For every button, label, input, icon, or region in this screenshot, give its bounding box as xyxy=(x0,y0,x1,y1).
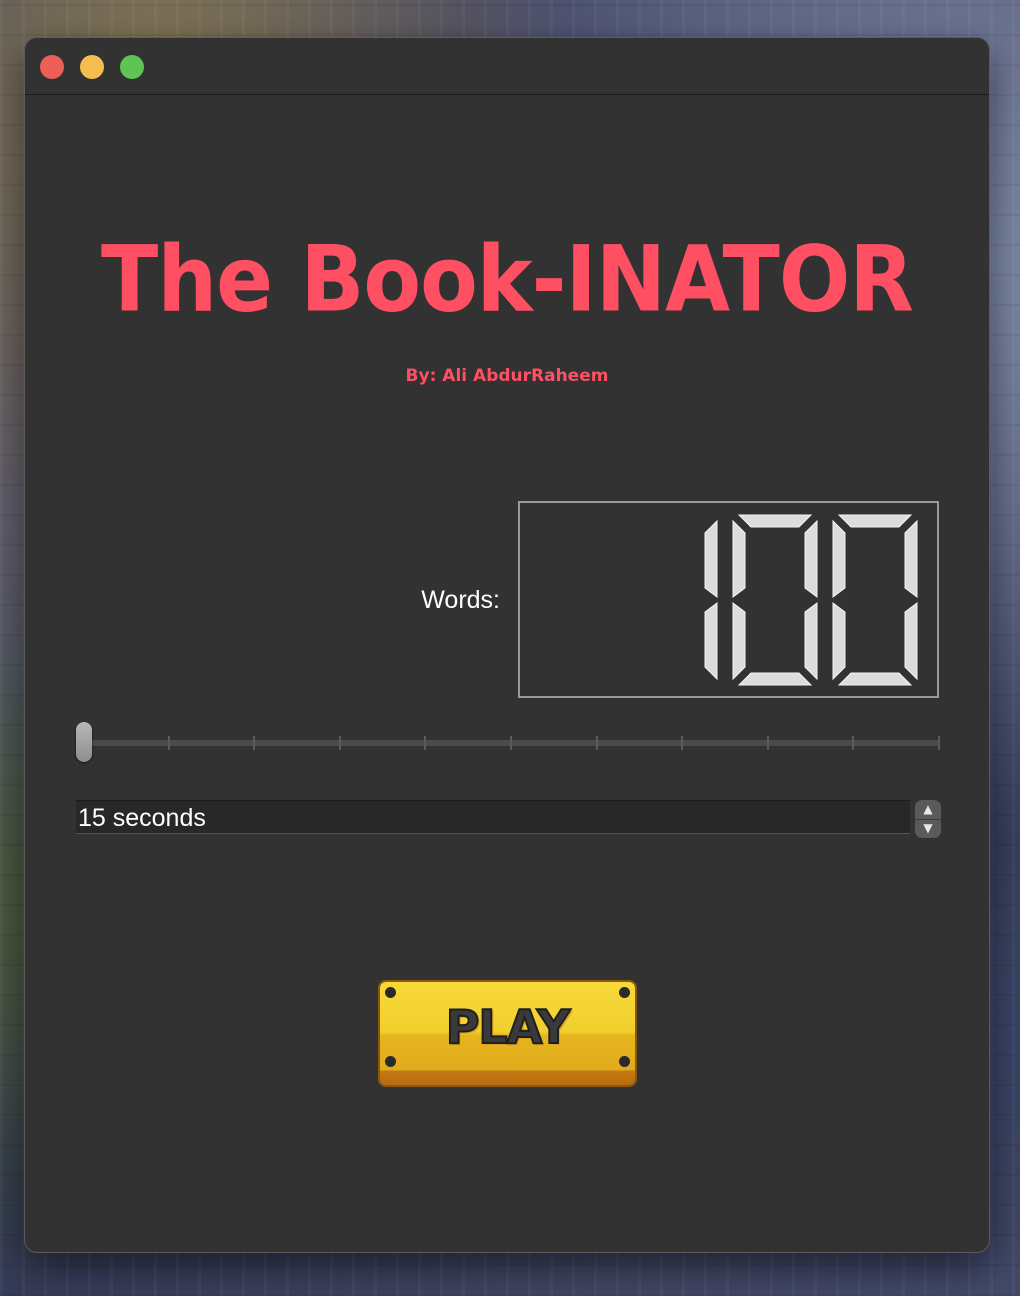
lcd-segment xyxy=(704,602,718,681)
close-window-button[interactable] xyxy=(40,55,64,79)
lcd-segment xyxy=(804,602,818,681)
maximize-window-button[interactable] xyxy=(120,55,144,79)
chevron-up-icon[interactable]: ▲ xyxy=(915,800,941,820)
lcd-segment xyxy=(732,602,746,681)
lcd-segment xyxy=(737,514,813,528)
slider-tick xyxy=(424,736,426,750)
app-window: The Book-INATOR By: Ali AbdurRaheem Word… xyxy=(25,38,989,1252)
titlebar xyxy=(25,38,989,95)
word-count-slider[interactable] xyxy=(76,722,940,764)
app-title: The Book-INATOR xyxy=(101,226,914,332)
slider-tick xyxy=(852,736,854,750)
slider-tick xyxy=(596,736,598,750)
duration-stepper[interactable]: ▲ ▼ xyxy=(915,800,941,838)
words-label: Words: xyxy=(421,586,500,614)
slider-tick xyxy=(938,736,940,750)
lcd-digits xyxy=(704,514,918,686)
author-byline: By: Ali AbdurRaheem xyxy=(405,366,609,386)
lcd-segment xyxy=(737,672,813,686)
lcd-segment xyxy=(904,519,918,598)
slider-tick xyxy=(681,736,683,750)
lcd-segment xyxy=(804,519,818,598)
minimize-window-button[interactable] xyxy=(80,55,104,79)
rivet-icon xyxy=(619,987,630,998)
lcd-segment xyxy=(732,519,746,598)
rivet-icon xyxy=(385,1056,396,1067)
slider-tick xyxy=(339,736,341,750)
slider-tick xyxy=(253,736,255,750)
word-count-display xyxy=(518,501,939,698)
duration-field[interactable]: 15 seconds xyxy=(76,800,910,834)
slider-thumb[interactable] xyxy=(76,722,92,762)
slider-tick xyxy=(767,736,769,750)
lcd-segment xyxy=(832,602,846,681)
rivet-icon xyxy=(619,1056,630,1067)
chevron-down-icon[interactable]: ▼ xyxy=(915,819,941,838)
lcd-segment xyxy=(837,514,913,528)
lcd-segment xyxy=(704,519,718,598)
slider-tick xyxy=(510,736,512,750)
lcd-segment xyxy=(904,602,918,681)
slider-tick xyxy=(168,736,170,750)
play-button[interactable]: PLAY xyxy=(380,982,635,1085)
play-button-label: PLAY xyxy=(445,999,572,1055)
lcd-segment xyxy=(837,672,913,686)
lcd-segment xyxy=(832,519,846,598)
rivet-icon xyxy=(385,987,396,998)
